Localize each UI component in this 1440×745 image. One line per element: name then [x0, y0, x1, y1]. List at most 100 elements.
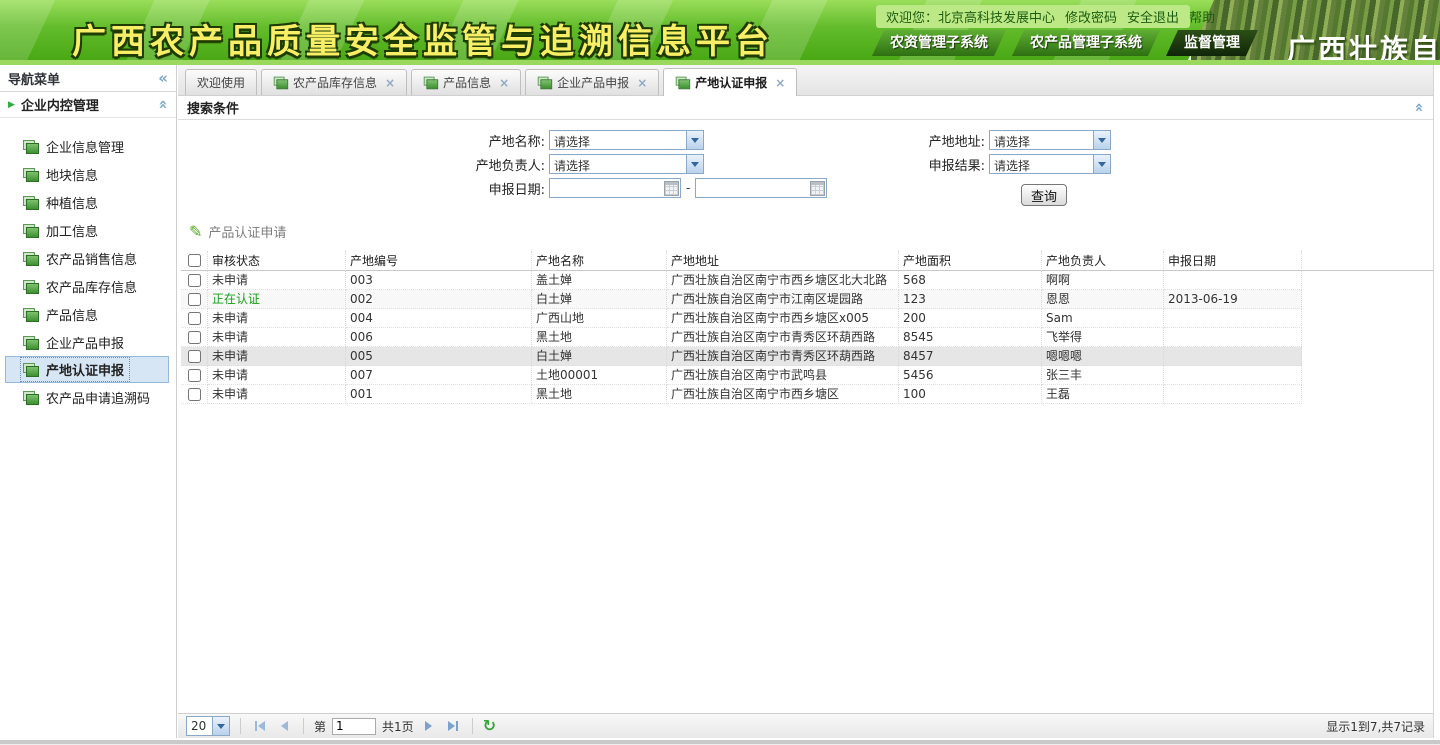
tab-welcome[interactable]: 欢迎使用 — [185, 69, 257, 95]
supervision-subsystem-button[interactable]: 监督管理 — [1166, 30, 1258, 56]
table-row[interactable]: 未申请 003 盖土婵 广西壮族自治区南宁市西乡塘区北大北路 568 啊啊 — [181, 271, 1433, 290]
combo-trigger-icon[interactable] — [212, 717, 229, 735]
combo-trigger-icon[interactable] — [686, 155, 703, 173]
sidebar-item-label: 加工信息 — [46, 221, 98, 240]
combo-trigger-icon[interactable] — [686, 131, 703, 149]
change-password-link[interactable]: 修改密码 — [1065, 7, 1117, 26]
cell-area: 8457 — [899, 347, 1042, 366]
table-row[interactable]: 未申请 007 土地00001 广西壮族自治区南宁市武鸣县 5456 张三丰 — [181, 366, 1433, 385]
sidebar-section-enterprise-control[interactable]: ▶ 企业内控管理 « — [0, 92, 176, 118]
sidebar-collapse-icon[interactable]: « — [158, 71, 168, 86]
folder-icon — [23, 336, 38, 349]
folder-icon — [274, 77, 288, 89]
sidebar-item-stock-info[interactable]: 农产品库存信息 — [0, 272, 176, 300]
apply-date-to-input[interactable] — [696, 179, 810, 197]
row-checkbox[interactable] — [188, 369, 201, 382]
table-row[interactable]: 正在认证 002 白土婵 广西壮族自治区南宁市江南区堤园路 123 恩恩 201… — [181, 290, 1433, 309]
table-row[interactable]: 未申请 006 黑土地 广西壮族自治区南宁市青秀区环葫西路 8545 飞举得 — [181, 328, 1433, 347]
row-checkbox-cell — [181, 271, 208, 290]
column-header-status[interactable]: 审核状态 — [208, 251, 346, 271]
column-header-date[interactable]: 申报日期 — [1164, 251, 1302, 271]
sidebar-item-origin-cert-declare[interactable]: 产地认证申报 — [5, 356, 169, 383]
tab-origin-cert-declare[interactable]: 产地认证申报× — [663, 68, 797, 96]
search-collapse-icon[interactable]: « — [1412, 103, 1427, 113]
table-row[interactable]: 未申请 005 白土婵 广西壮族自治区南宁市青秀区环葫西路 8457 嗯嗯嗯 — [181, 347, 1433, 366]
cell-code: 007 — [346, 366, 532, 385]
combo-trigger-icon[interactable] — [1093, 131, 1110, 149]
origin-manager-select[interactable]: 请选择 — [549, 154, 704, 174]
cell-address: 广西壮族自治区南宁市江南区堤园路 — [667, 290, 899, 309]
combo-trigger-icon[interactable] — [1093, 155, 1110, 173]
origin-address-select[interactable]: 请选择 — [989, 130, 1111, 150]
tab-product-info[interactable]: 产品信息× — [411, 69, 521, 95]
calendar-icon[interactable] — [810, 181, 825, 196]
sidebar-item-plot-info[interactable]: 地块信息 — [0, 160, 176, 188]
column-header-name[interactable]: 产地名称 — [532, 251, 667, 271]
cell-name: 广西山地 — [532, 309, 667, 328]
table-row[interactable]: 未申请 004 广西山地 广西壮族自治区南宁市西乡塘区x005 200 Sam — [181, 309, 1433, 328]
section-collapse-icon[interactable]: « — [156, 100, 171, 110]
row-checkbox[interactable] — [188, 388, 201, 401]
pager-separator — [240, 718, 241, 734]
date-range-separator: - — [686, 181, 690, 195]
select-all-checkbox-cell — [181, 251, 208, 271]
query-button[interactable]: 查询 — [1021, 184, 1067, 206]
sidebar-item-sales-info[interactable]: 农产品销售信息 — [0, 244, 176, 272]
sidebar-item-enterprise-info[interactable]: 企业信息管理 — [0, 132, 176, 160]
page-number-input[interactable] — [332, 718, 376, 735]
last-page-button[interactable] — [444, 718, 462, 734]
select-all-checkbox[interactable] — [188, 254, 201, 267]
sidebar-item-planting-info[interactable]: 种植信息 — [0, 188, 176, 216]
cell-manager: Sam — [1042, 309, 1164, 328]
tab-close-icon[interactable]: × — [775, 76, 785, 90]
first-page-button[interactable] — [251, 718, 269, 734]
tab-product-declare[interactable]: 企业产品申报× — [525, 69, 659, 95]
sidebar-item-product-info[interactable]: 产品信息 — [0, 300, 176, 328]
column-header-address[interactable]: 产地地址 — [667, 251, 899, 271]
product-cert-apply-button[interactable]: 产品认证申请 — [208, 222, 286, 241]
tab-stock-info[interactable]: 农产品库存信息× — [261, 69, 407, 95]
apply-date-to-field[interactable] — [695, 178, 827, 198]
column-header-manager[interactable]: 产地负责人 — [1042, 251, 1164, 271]
select-value: 请选择 — [550, 155, 686, 173]
apply-date-from-field[interactable] — [549, 178, 681, 198]
refresh-icon[interactable]: ↻ — [483, 718, 496, 734]
cell-filler — [1302, 385, 1433, 404]
apply-date-from-input[interactable] — [550, 179, 664, 197]
welcome-text: 欢迎您：北京高科技发展中心 — [886, 7, 1055, 26]
tab-close-icon[interactable]: × — [385, 76, 395, 90]
next-page-button[interactable] — [420, 718, 438, 734]
row-checkbox[interactable] — [188, 312, 201, 325]
tab-close-icon[interactable]: × — [499, 76, 509, 90]
cell-address: 广西壮族自治区南宁市西乡塘区北大北路 — [667, 271, 899, 290]
sidebar-item-trace-code-apply[interactable]: 农产品申请追溯码 — [0, 383, 176, 411]
sidebar-item-label: 产地认证申报 — [46, 360, 124, 379]
table-row[interactable]: 未申请 001 黑土地 广西壮族自治区南宁市西乡塘区 100 王磊 — [181, 385, 1433, 404]
row-checkbox[interactable] — [188, 350, 201, 363]
sidebar-item-product-declare[interactable]: 企业产品申报 — [0, 328, 176, 356]
cell-code: 003 — [346, 271, 532, 290]
calendar-icon[interactable] — [664, 181, 679, 196]
cell-code: 004 — [346, 309, 532, 328]
cell-status: 未申请 — [208, 347, 346, 366]
column-header-code[interactable]: 产地编号 — [346, 251, 532, 271]
cell-name: 盖土婵 — [532, 271, 667, 290]
cell-status: 未申请 — [208, 271, 346, 290]
agri-input-subsystem-button[interactable]: 农资管理子系统 — [872, 30, 1006, 56]
row-checkbox[interactable] — [188, 331, 201, 344]
cell-filler — [1302, 347, 1433, 366]
row-checkbox[interactable] — [188, 274, 201, 287]
origin-name-select[interactable]: 请选择 — [549, 130, 704, 150]
tab-close-icon[interactable]: × — [637, 76, 647, 90]
help-link[interactable]: 帮助 — [1189, 7, 1215, 26]
sidebar-header: 导航菜单 « — [0, 65, 176, 92]
agri-product-subsystem-button[interactable]: 农产品管理子系统 — [1012, 30, 1160, 56]
column-header-area[interactable]: 产地面积 — [899, 251, 1042, 271]
pagination-bar: 20 第 共1页 ↻ 显示1到7,共7记录 — [178, 713, 1433, 738]
page-size-select[interactable]: 20 — [186, 716, 230, 736]
apply-result-select[interactable]: 请选择 — [989, 154, 1111, 174]
prev-page-button[interactable] — [275, 718, 293, 734]
logout-link[interactable]: 安全退出 — [1127, 7, 1179, 26]
sidebar-item-processing-info[interactable]: 加工信息 — [0, 216, 176, 244]
row-checkbox[interactable] — [188, 293, 201, 306]
